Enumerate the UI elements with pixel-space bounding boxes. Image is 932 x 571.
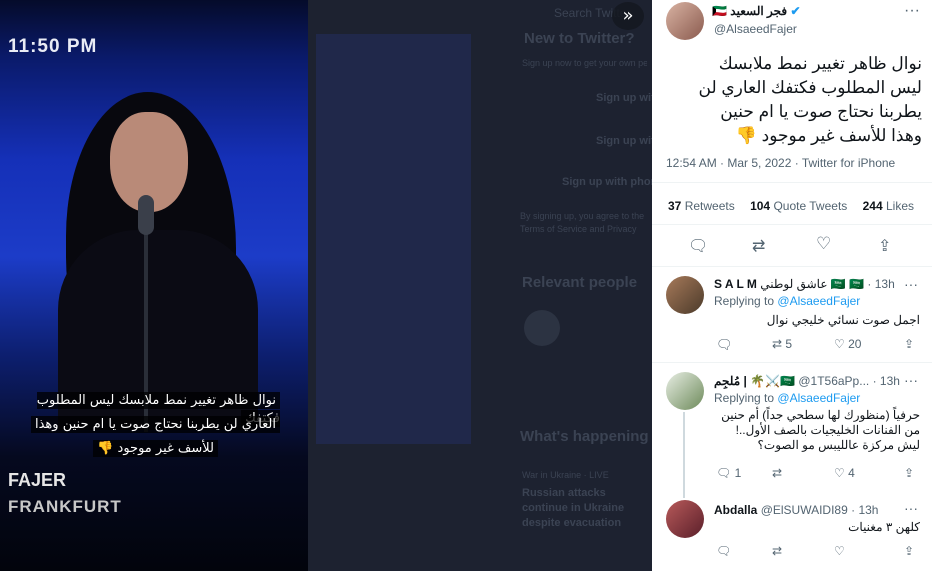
share-icon[interactable]: ⇪: [878, 236, 891, 256]
divider: [652, 182, 932, 183]
divider: [652, 362, 932, 363]
share-icon[interactable]: ⇪: [904, 466, 914, 480]
background-relevant-people: Relevant people: [522, 274, 638, 291]
reply-avatar[interactable]: [666, 500, 704, 538]
retweet-icon[interactable]: ⇄: [752, 236, 765, 256]
like-icon[interactable]: ♡ 4: [834, 466, 855, 480]
retweet-icon[interactable]: ⇄ 5: [772, 337, 792, 351]
author-avatar[interactable]: [666, 2, 704, 40]
background-trend-text: Russian attacks continue in Ukraine desp…: [522, 487, 625, 529]
reply-header: Abdalla @ElSUWAIDI89 · 13h: [714, 503, 878, 517]
tweet-text: نوال ظاهر تغيير نمط ملابسك ليس المطلوب ف…: [666, 52, 922, 148]
author-handle[interactable]: @AlsaeedFajer: [714, 22, 797, 36]
author-name[interactable]: فجر السعيد: [730, 4, 787, 18]
reply-time[interactable]: · 13h: [873, 374, 900, 388]
tweet-media[interactable]: 11:50 PM نوال ظاهر تغيير نمط ملابسك ليس …: [0, 0, 308, 571]
quote-stat[interactable]: 104 Quote Tweets: [750, 199, 847, 213]
like-stat[interactable]: 244 Likes: [863, 199, 914, 213]
like-icon[interactable]: ♡: [834, 544, 845, 558]
background-avatar: [524, 310, 560, 346]
more-icon[interactable]: ···: [904, 276, 918, 292]
more-icon[interactable]: ···: [904, 2, 920, 20]
share-icon[interactable]: ⇪: [904, 337, 914, 351]
divider: [652, 224, 932, 225]
reply-avatar[interactable]: [666, 372, 704, 410]
background-signup-phone: Sign up with phone or email: [562, 176, 652, 188]
tweet-text-line: يطربنا نحتاج صوت يا ام حنين: [720, 102, 922, 121]
background-page: Search Twitter New to Twitter? Sign up n…: [308, 0, 652, 571]
author-flag: 🇰🇼: [712, 4, 727, 18]
like-icon[interactable]: ♡ 20: [834, 337, 861, 351]
tweet-timestamp[interactable]: 12:54 AM · Mar 5, 2022 · Twitter for iPh…: [666, 156, 895, 170]
reply-icon[interactable]: 🗨: [716, 337, 733, 353]
reply-time[interactable]: · 13h: [867, 277, 894, 291]
media-microphone: [138, 195, 154, 235]
tweet-text-line: ليس المطلوب فكتفك العاري لن: [698, 78, 922, 97]
media-watermark-city: FRANKFURT: [8, 497, 122, 516]
reply-handle[interactable]: @ElSUWAIDI89: [761, 503, 848, 517]
reply-replying-to: Replying to @AlsaeedFajer: [714, 294, 861, 308]
more-icon[interactable]: ···: [904, 500, 918, 516]
background-new-to-twitter: New to Twitter?: [524, 30, 635, 47]
tweet-stats: 37 Retweets 104 Quote Tweets 244 Likes: [668, 199, 914, 213]
background-media-thumb: [316, 34, 471, 444]
reply-name[interactable]: مُلجِم | 🌴⚔️🇸🇦: [714, 374, 795, 388]
tweet-text-line: نوال ظاهر تغيير نمط ملابسك: [718, 54, 922, 73]
expand-icon[interactable]: »: [612, 2, 644, 30]
divider: [652, 266, 932, 267]
background-terms: By signing up, you agree to the Terms of…: [520, 211, 645, 234]
reply-text: كلهن ٣ مغنيات: [848, 520, 920, 534]
reply-icon[interactable]: 🗨: [688, 236, 708, 256]
reply-icon[interactable]: 🗨 1: [716, 466, 741, 480]
reply-header: S A L M عاشق لوطني 🇸🇦 🇸🇦 · 13h: [714, 277, 895, 291]
tweet-text-line: وهذا للأسف غير موجود 👎: [735, 126, 922, 145]
verified-icon: ✔: [790, 4, 801, 18]
media-watermark-name: FAJER: [8, 470, 67, 490]
retweet-stat[interactable]: 37 Retweets: [668, 199, 735, 213]
reply-name[interactable]: Abdalla: [714, 503, 757, 517]
reply-name[interactable]: S A L M: [714, 277, 757, 291]
thread-line: [683, 412, 685, 498]
media-caption-line-2: العاري لن يطربنا نحتاج صوت يا ام حنين وه…: [8, 416, 280, 434]
share-icon[interactable]: ⇪: [904, 544, 914, 558]
media-caption-line-3: للأسف غير موجود 👎: [18, 440, 218, 458]
reply-handle[interactable]: @1T56aPp...: [798, 374, 869, 388]
media-time-overlay: 11:50 PM: [8, 36, 98, 57]
background-whats-happening: What's happening: [520, 428, 649, 445]
reply-avatar[interactable]: [666, 276, 704, 314]
reply-replying-to: Replying to @AlsaeedFajer: [714, 391, 861, 405]
reply-header: مُلجِم | 🌴⚔️🇸🇦 @1T56aPp... · 13h: [714, 374, 900, 388]
background-trend-context: War in Ukraine · LIVE: [522, 470, 609, 480]
reply-name-extra: عاشق لوطني 🇸🇦 🇸🇦: [760, 277, 865, 291]
reply-text: اجمل صوت نسائي خليجي نوال: [766, 313, 920, 327]
retweet-icon[interactable]: ⇄: [772, 544, 782, 558]
reply-time[interactable]: · 13h: [851, 503, 878, 517]
tweet-panel: 🇰🇼 فجر السعيد ✔ @AlsaeedFajer ··· نوال ظ…: [652, 0, 932, 571]
like-icon[interactable]: ♡: [816, 234, 831, 254]
more-icon[interactable]: ···: [904, 372, 918, 388]
background-signup-hint: Sign up now to get your own personalized…: [522, 58, 647, 68]
retweet-icon[interactable]: ⇄: [772, 466, 782, 480]
author-name-row[interactable]: 🇰🇼 فجر السعيد ✔: [712, 4, 801, 18]
reply-icon[interactable]: 🗨: [716, 544, 731, 558]
background-signup-google: Sign up with Google: [596, 92, 652, 104]
background-signup-apple: Sign up with Apple: [596, 135, 652, 147]
reply-text: حرفياً (منظورك لها سطحي جداً) أم حنين من…: [721, 408, 920, 452]
